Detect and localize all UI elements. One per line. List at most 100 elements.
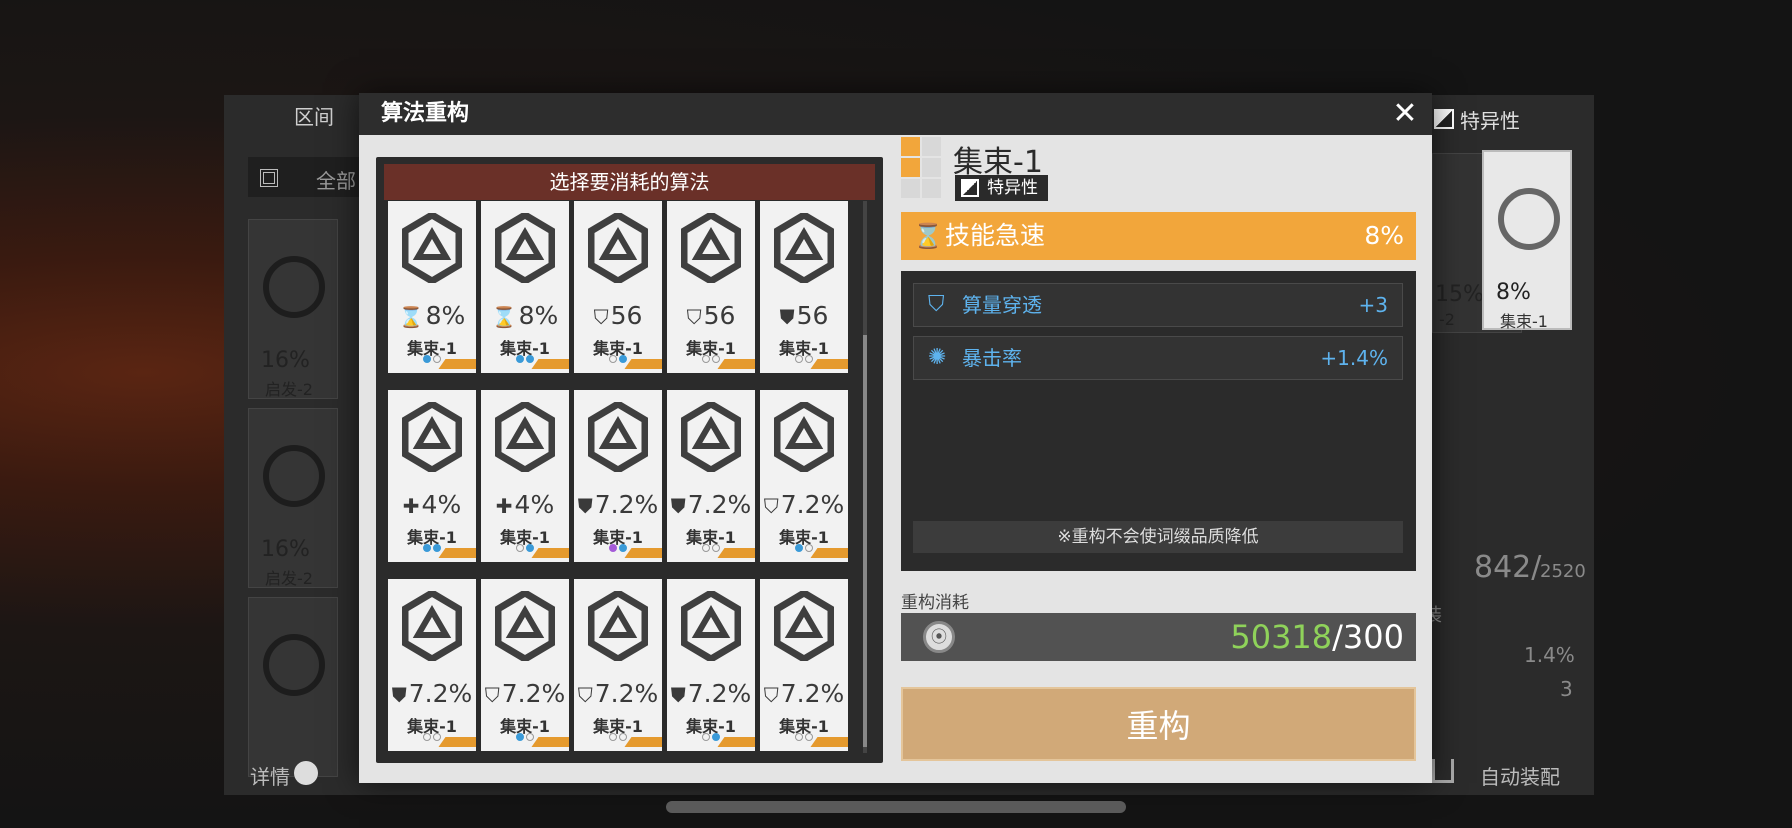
algorithm-card[interactable]: ⛊56 集束-1 bbox=[760, 201, 848, 373]
algorithm-icon bbox=[402, 402, 462, 472]
auto-equip-button[interactable]: 自动装配 bbox=[1480, 761, 1560, 790]
algorithm-card[interactable]: ⛊7.2% 集束-1 bbox=[667, 390, 755, 562]
algorithm-icon bbox=[495, 591, 555, 661]
substat-label: 暴击率 bbox=[962, 346, 1022, 370]
algorithm-icon bbox=[681, 213, 741, 283]
bg-card: 16% 启发-2 bbox=[248, 408, 338, 588]
shield-bolt-icon: ⛉ bbox=[686, 305, 702, 329]
card-corner bbox=[810, 737, 848, 747]
algorithm-icon bbox=[681, 402, 741, 472]
rebuild-button[interactable]: 重构 bbox=[901, 687, 1416, 761]
quality-dot bbox=[702, 544, 710, 552]
details-label[interactable]: 详情 bbox=[250, 761, 290, 790]
card-corner bbox=[717, 548, 755, 558]
substat-row[interactable]: ✺ 暴击率 +1.4% bbox=[913, 336, 1403, 380]
algorithm-card[interactable]: ⛉56 集束-1 bbox=[574, 201, 662, 373]
substat-row[interactable]: ⛉ 算量穿透 +3 bbox=[913, 283, 1403, 327]
modal-title: 算法重构 bbox=[381, 101, 470, 126]
bg-card: 16% 启发-2 bbox=[248, 219, 338, 399]
quality-dot bbox=[423, 544, 431, 552]
algorithm-icon bbox=[588, 402, 648, 472]
card-stat: ✚4% bbox=[481, 490, 569, 519]
shield-icon: ⛊ bbox=[670, 494, 686, 518]
shield-icon: ⛊ bbox=[670, 683, 686, 707]
quality-dot bbox=[433, 544, 441, 552]
quality-dot bbox=[609, 733, 617, 741]
consume-panel: 选择要消耗的算法 ⌛8% 集束-1 ⌛8% 集束-1 ⛉56 集束-1 ⛉56 集束-1 ⛊56… bbox=[376, 157, 883, 763]
toggle-knob[interactable] bbox=[294, 761, 318, 785]
algorithm-card[interactable]: ⛉7.2% 集束-1 bbox=[574, 579, 662, 751]
algorithm-card[interactable]: ✚4% 集束-1 bbox=[481, 390, 569, 562]
penetration-icon: ⛉ bbox=[928, 292, 945, 317]
scrollbar-thumb[interactable] bbox=[863, 335, 867, 747]
card-stat: ⛉7.2% bbox=[574, 679, 662, 708]
card-value: 7.2% bbox=[594, 490, 659, 519]
card-stat: ⛊7.2% bbox=[388, 679, 476, 708]
rebuild-note: ※重构不会使词缀品质降低 bbox=[913, 521, 1403, 553]
quality-square bbox=[922, 179, 941, 198]
algorithm-card[interactable]: ⌛8% 集束-1 bbox=[388, 201, 476, 373]
quality-dot bbox=[433, 355, 441, 363]
flag-icon bbox=[1434, 109, 1454, 129]
cost-value: 50318/300 bbox=[1230, 613, 1404, 661]
special-tab[interactable]: 特异性 bbox=[1460, 105, 1520, 134]
card-value: 8% bbox=[425, 301, 466, 330]
card-value: 7.2% bbox=[501, 679, 566, 708]
quality-squares bbox=[901, 137, 943, 203]
card-stat: ⌛8% bbox=[481, 301, 569, 330]
coin-icon: ⦿ bbox=[923, 621, 955, 653]
card-stat: ⛊7.2% bbox=[667, 679, 755, 708]
card-corner bbox=[531, 359, 569, 369]
home-indicator[interactable] bbox=[666, 801, 1126, 813]
tab-interval[interactable]: 区间 bbox=[294, 101, 334, 130]
algorithm-icon bbox=[681, 591, 741, 661]
shield-bolt-icon: ⛉ bbox=[593, 305, 609, 329]
main-stat-value: 8% bbox=[1364, 221, 1404, 250]
hourglass-icon: ⌛ bbox=[398, 305, 424, 329]
close-button[interactable]: ✕ bbox=[1388, 97, 1422, 131]
card-corner bbox=[438, 548, 476, 558]
algorithm-card[interactable]: ⛊7.2% 集束-1 bbox=[388, 579, 476, 751]
quality-dot bbox=[702, 355, 710, 363]
algorithm-card[interactable]: ⛊7.2% 集束-1 bbox=[667, 579, 755, 751]
algorithm-icon bbox=[263, 634, 325, 696]
substat-label: 算量穿透 bbox=[962, 293, 1042, 317]
bg-card bbox=[248, 597, 338, 777]
quality-dot bbox=[609, 544, 617, 552]
algorithm-card[interactable]: ⛉7.2% 集束-1 bbox=[760, 390, 848, 562]
rebuild-modal: 算法重构 ✕ 选择要消耗的算法 ⌛8% 集束-1 ⌛8% 集束-1 ⛉56 集束-1 ⛉56… bbox=[359, 93, 1432, 783]
quality-dot bbox=[516, 355, 524, 363]
quality-square bbox=[922, 137, 941, 156]
hourglass-icon: ⌛ bbox=[491, 305, 517, 329]
bg-card-value: 8% bbox=[1496, 280, 1531, 305]
quality-dot bbox=[712, 733, 720, 741]
card-stat: ⛊56 bbox=[760, 301, 848, 330]
quality-dot bbox=[795, 544, 803, 552]
quality-square bbox=[901, 158, 920, 177]
algorithm-icon bbox=[263, 445, 325, 507]
bg-card-name: 启发-2 bbox=[265, 380, 313, 399]
card-corner bbox=[531, 737, 569, 747]
detail-panel: 集束-1 特异性 ⌛ 技能急速 8% ⛉ 算量穿透 +3 ✺ 暴击率 +1.4%… bbox=[901, 137, 1416, 777]
algorithm-card[interactable]: ✚4% 集束-1 bbox=[388, 390, 476, 562]
quality-dot bbox=[712, 544, 720, 552]
quality-dot bbox=[526, 733, 534, 741]
bg-card-selected: 8% 集束-1 bbox=[1482, 150, 1572, 331]
card-stat: ⛉56 bbox=[574, 301, 662, 330]
grid-icon bbox=[260, 169, 278, 187]
capacity-value: 842/ bbox=[1474, 550, 1542, 585]
algorithm-icon bbox=[774, 402, 834, 472]
card-stat: ✚4% bbox=[388, 490, 476, 519]
algorithm-card[interactable]: ⛉7.2% 集束-1 bbox=[760, 579, 848, 751]
algorithm-card[interactable]: ⛉7.2% 集束-1 bbox=[481, 579, 569, 751]
algorithm-card[interactable]: ⛉56 集束-1 bbox=[667, 201, 755, 373]
cost-need: 300 bbox=[1342, 618, 1404, 656]
tab-all[interactable]: 全部 bbox=[316, 165, 356, 194]
algorithm-card[interactable]: ⌛8% 集束-1 bbox=[481, 201, 569, 373]
quality-dot bbox=[619, 544, 627, 552]
algorithm-card[interactable]: ⛊7.2% 集束-1 bbox=[574, 390, 662, 562]
bg-card-name: 集束-1 bbox=[1500, 312, 1548, 331]
card-value: 7.2% bbox=[594, 679, 659, 708]
bg-card-name: -2 bbox=[1439, 310, 1455, 329]
cross-icon: ✚ bbox=[402, 494, 420, 518]
